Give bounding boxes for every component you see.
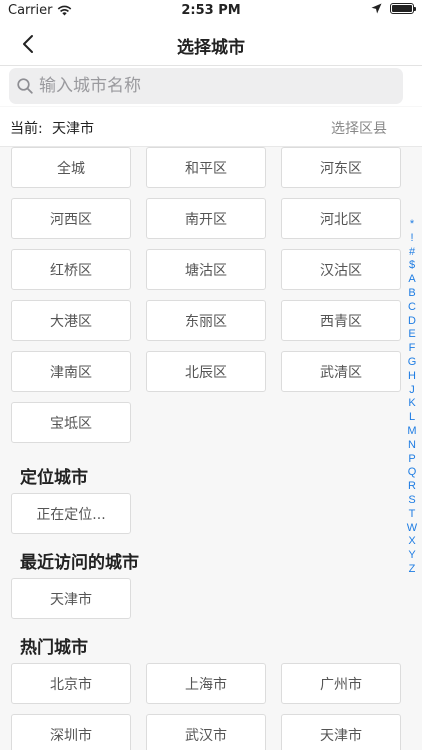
index-letter[interactable]: W <box>407 522 417 536</box>
index-letter[interactable]: ! <box>410 232 413 246</box>
navigation-bar: 选择城市 <box>0 22 422 66</box>
current-city: 天津市 <box>52 121 94 137</box>
index-letter[interactable]: Y <box>408 549 415 563</box>
status-right <box>371 3 416 14</box>
index-letter[interactable]: Q <box>408 466 417 480</box>
index-letter[interactable]: * <box>410 218 414 232</box>
index-letter[interactable]: E <box>408 328 415 342</box>
current-label: 当前: <box>10 121 43 137</box>
index-letter[interactable]: S <box>408 494 415 508</box>
district-button[interactable]: 和平区 <box>146 147 266 188</box>
district-button[interactable]: 北辰区 <box>146 351 266 392</box>
recent-section-title: 最近访问的城市 <box>20 553 139 573</box>
district-button[interactable]: 宝坻区 <box>11 402 131 443</box>
district-button[interactable]: 河东区 <box>281 147 401 188</box>
index-letter[interactable]: M <box>407 425 416 439</box>
recent-city-button[interactable]: 天津市 <box>11 578 131 619</box>
index-letter[interactable]: K <box>408 397 415 411</box>
hot-section-title: 热门城市 <box>20 638 88 658</box>
district-button[interactable]: 南开区 <box>146 198 266 239</box>
hot-city-button[interactable]: 天津市 <box>281 714 401 750</box>
district-button[interactable]: 塘沽区 <box>146 249 266 290</box>
index-letter[interactable]: T <box>409 508 416 522</box>
index-letter[interactable]: A <box>408 273 415 287</box>
index-letter[interactable]: G <box>408 356 417 370</box>
select-district-button[interactable]: 选择区县 <box>331 118 387 138</box>
district-button[interactable]: 全城 <box>11 147 131 188</box>
index-letter[interactable]: Z <box>409 563 416 577</box>
hot-city-button[interactable]: 武汉市 <box>146 714 266 750</box>
search-input[interactable] <box>39 76 379 96</box>
index-letter[interactable]: P <box>408 453 415 467</box>
search-bar[interactable] <box>9 68 403 104</box>
district-button[interactable]: 河北区 <box>281 198 401 239</box>
status-time: 2:53 PM <box>181 3 241 18</box>
search-icon <box>17 78 33 94</box>
current-city-row: 当前: 天津市 选择区县 <box>0 107 422 147</box>
hot-city-button[interactable]: 北京市 <box>11 663 131 704</box>
district-button[interactable]: 东丽区 <box>146 300 266 341</box>
battery-icon <box>390 3 416 14</box>
district-button[interactable]: 红桥区 <box>11 249 131 290</box>
district-button[interactable]: 大港区 <box>11 300 131 341</box>
district-button[interactable]: 汉沽区 <box>281 249 401 290</box>
locating-status-button[interactable]: 正在定位... <box>11 493 131 534</box>
city-list[interactable]: 全城 和平区 河东区 河西区 南开区 河北区 红桥区 塘沽区 汉沽区 大港区 东… <box>0 147 404 750</box>
locate-section-title: 定位城市 <box>20 468 88 488</box>
index-letter[interactable]: R <box>408 480 416 494</box>
district-button[interactable]: 西青区 <box>281 300 401 341</box>
hot-city-button[interactable]: 上海市 <box>146 663 266 704</box>
location-arrow-icon <box>371 3 382 14</box>
index-letter[interactable]: J <box>409 384 415 398</box>
hot-city-button[interactable]: 广州市 <box>281 663 401 704</box>
index-letter[interactable]: C <box>408 301 416 315</box>
status-bar: Carrier 2:53 PM <box>0 0 422 22</box>
district-button[interactable]: 武清区 <box>281 351 401 392</box>
search-bar-container <box>0 66 422 106</box>
index-letter[interactable]: # <box>409 246 415 260</box>
index-letter[interactable]: H <box>408 370 416 384</box>
alphabet-index-bar[interactable]: *! # $ A B C D E F G H J K L M N P Q R S T W X Y Z <box>404 218 420 577</box>
index-letter[interactable]: D <box>408 315 416 329</box>
index-letter[interactable]: $ <box>409 259 415 273</box>
index-letter[interactable]: F <box>409 342 416 356</box>
index-letter[interactable]: L <box>409 411 415 425</box>
index-letter[interactable]: X <box>408 535 415 549</box>
index-letter[interactable]: N <box>408 439 416 453</box>
index-letter[interactable]: B <box>408 287 415 301</box>
page-title: 选择城市 <box>177 38 245 58</box>
district-button[interactable]: 河西区 <box>11 198 131 239</box>
hot-city-button[interactable]: 深圳市 <box>11 714 131 750</box>
district-button[interactable]: 津南区 <box>11 351 131 392</box>
